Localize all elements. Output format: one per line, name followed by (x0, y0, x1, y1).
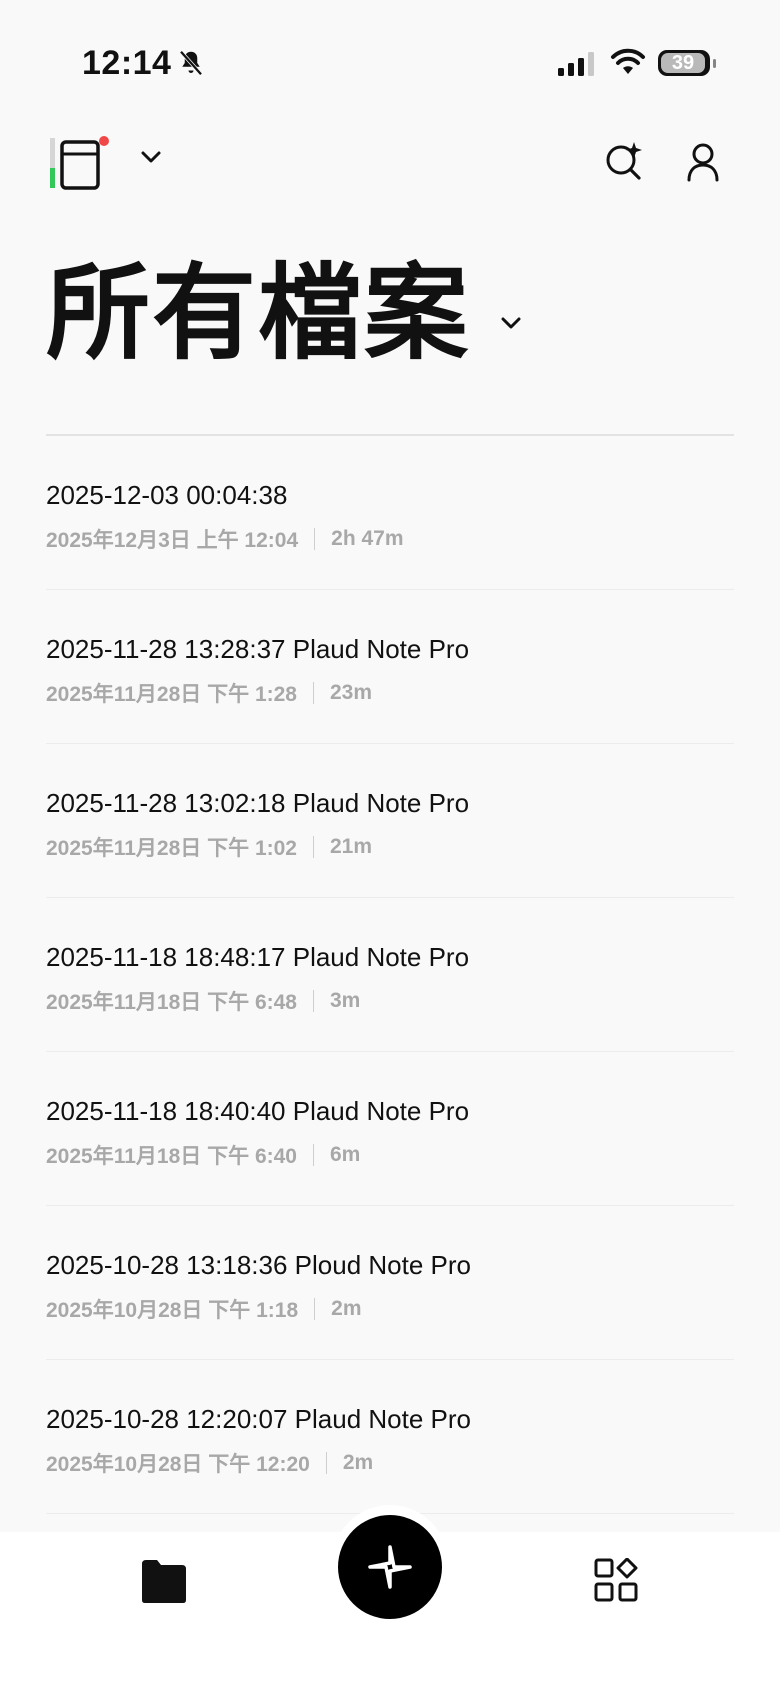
status-time: 12:14 (82, 44, 172, 82)
separator (312, 682, 314, 704)
recording-date: 2025年12月3日 上午 12:04 (46, 529, 299, 552)
recording-duration: 6m (329, 1143, 361, 1166)
recording-duration: 2m (331, 1297, 362, 1320)
recording-meta: 2025年11月28日 下午 1:02 21m (46, 832, 372, 862)
profile-icon[interactable] (686, 142, 720, 182)
recording-title: 2025-11-28 13:28:37 Plaud Note Pro (46, 634, 470, 664)
chevron-down-icon[interactable] (500, 316, 522, 330)
status-bar: 12:14 39 (0, 0, 780, 110)
cellular-signal-icon (558, 52, 594, 76)
separator (314, 528, 316, 550)
bell-slash-icon (179, 50, 203, 76)
folder-icon[interactable] (140, 1558, 188, 1604)
record-sparkle-icon (368, 1545, 412, 1589)
recording-date: 2025年11月18日 下午 6:40 (46, 1145, 297, 1168)
list-item[interactable]: 2025-12-03 00:04:38 2025年12月3日 上午 12:04 … (46, 436, 734, 590)
apps-grid-icon[interactable] (594, 1558, 638, 1602)
separator (325, 1452, 327, 1474)
list-item[interactable]: 2025-10-28 12:20:07 Plaud Note Pro 2025年… (46, 1360, 734, 1514)
separator (312, 1144, 314, 1166)
battery-icon: 39 (658, 50, 716, 76)
recording-date: 2025年11月28日 下午 1:28 (46, 683, 297, 706)
separator (312, 836, 314, 858)
recording-title: 2025-11-18 18:48:17 Plaud Note Pro (46, 942, 470, 972)
recording-title: 2025-11-18 18:40:40 Plaud Note Pro (46, 1096, 470, 1126)
recording-duration: 2m (342, 1451, 374, 1474)
list-item[interactable]: 2025-11-18 18:48:17 Plaud Note Pro 2025年… (46, 898, 734, 1052)
recording-date: 2025年10月28日 下午 12:20 (46, 1453, 310, 1476)
list-item[interactable]: 2025-11-18 18:40:40 Plaud Note Pro 2025年… (46, 1052, 734, 1206)
wifi-icon (611, 48, 645, 74)
recording-duration: 3m (329, 989, 361, 1012)
record-button[interactable] (338, 1515, 442, 1619)
recording-title: 2025-10-28 13:18:36 Ploud Note Pro (46, 1250, 471, 1280)
notification-dot (99, 136, 109, 146)
battery-level: 39 (671, 52, 695, 74)
recording-duration: 2h 47m (331, 527, 404, 550)
recording-date: 2025年10月28日 下午 1:18 (46, 1299, 299, 1322)
recording-meta: 2025年11月18日 下午 6:40 6m (46, 1140, 360, 1170)
recording-duration: 23m (329, 681, 373, 704)
list-item[interactable]: 2025-10-28 13:18:36 Ploud Note Pro 2025年… (46, 1206, 734, 1360)
recording-meta: 2025年11月18日 下午 6:48 3m (46, 986, 360, 1016)
recording-meta: 2025年11月28日 下午 1:28 23m (46, 678, 372, 708)
recording-title: 2025-11-28 13:02:18 Plaud Note Pro (46, 788, 470, 818)
recordings-list: 2025-12-03 00:04:38 2025年12月3日 上午 12:04 … (46, 436, 734, 1514)
recording-date: 2025年11月18日 下午 6:48 (46, 991, 297, 1014)
recording-date: 2025年11月28日 下午 1:02 (46, 837, 297, 860)
recording-title: 2025-12-03 00:04:38 (46, 480, 288, 510)
list-item[interactable]: 2025-11-28 13:28:37 Plaud Note Pro 2025年… (46, 590, 734, 744)
separator (312, 990, 314, 1012)
page-title: 所有檔案 (46, 256, 471, 372)
ai-search-icon[interactable] (604, 140, 644, 180)
recorder-device-icon[interactable] (50, 136, 110, 192)
separator (314, 1298, 316, 1320)
title-row[interactable]: 所有檔案 (46, 262, 522, 366)
recording-title: 2025-10-28 12:20:07 Plaud Note Pro (46, 1404, 471, 1434)
chevron-down-icon[interactable] (140, 150, 162, 164)
recording-meta: 2025年10月28日 下午 12:20 2m (46, 1448, 373, 1478)
recording-meta: 2025年12月3日 上午 12:04 2h 47m (46, 524, 404, 554)
recording-duration: 21m (329, 835, 373, 858)
list-item[interactable]: 2025-11-28 13:02:18 Plaud Note Pro 2025年… (46, 744, 734, 898)
recording-meta: 2025年10月28日 下午 1:18 2m (46, 1294, 362, 1324)
